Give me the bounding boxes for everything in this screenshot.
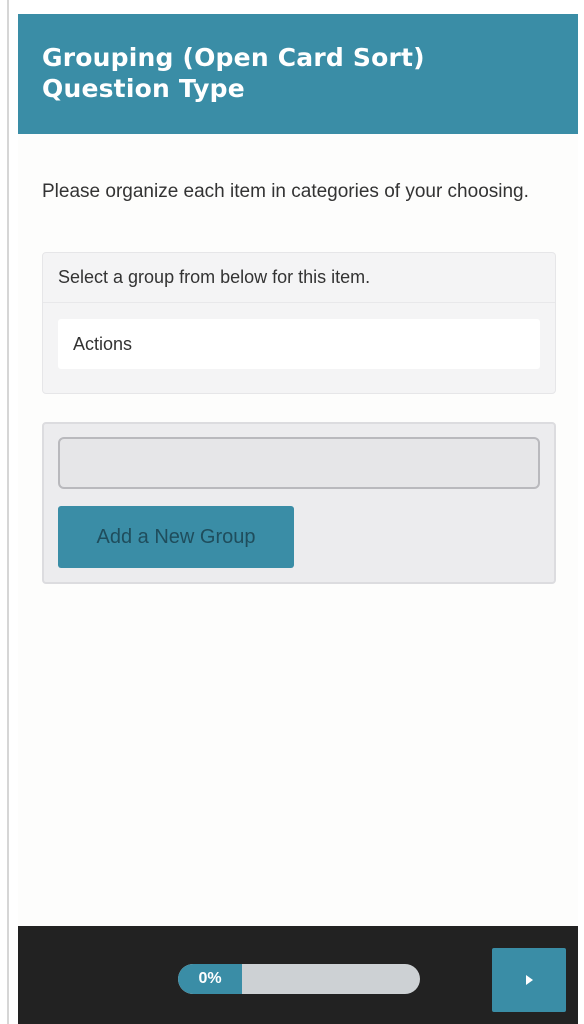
progress-label: 0%: [198, 970, 222, 987]
question-header: Grouping (Open Card Sort) Question Type: [18, 14, 578, 134]
group-panel: Add a New Group: [42, 422, 556, 584]
survey-footer: 0%: [18, 926, 578, 1024]
add-new-group-button[interactable]: Add a New Group: [58, 506, 294, 568]
current-item-card[interactable]: Actions: [58, 319, 540, 369]
next-button[interactable]: [492, 948, 566, 1012]
progress-bar: 0%: [178, 964, 420, 994]
question-prompt: Please organize each item in categories …: [42, 181, 529, 202]
left-divider: [7, 0, 9, 1024]
item-panel: Select a group from below for this item.…: [42, 252, 556, 394]
item-instruction: Select a group from below for this item.: [43, 253, 555, 303]
new-group-input[interactable]: [58, 437, 540, 489]
survey-page: Grouping (Open Card Sort) Question Type …: [0, 0, 584, 1024]
question-title: Grouping (Open Card Sort) Question Type: [42, 43, 425, 103]
survey-frame: Grouping (Open Card Sort) Question Type …: [18, 14, 578, 1024]
play-triangle-icon: [526, 975, 533, 985]
